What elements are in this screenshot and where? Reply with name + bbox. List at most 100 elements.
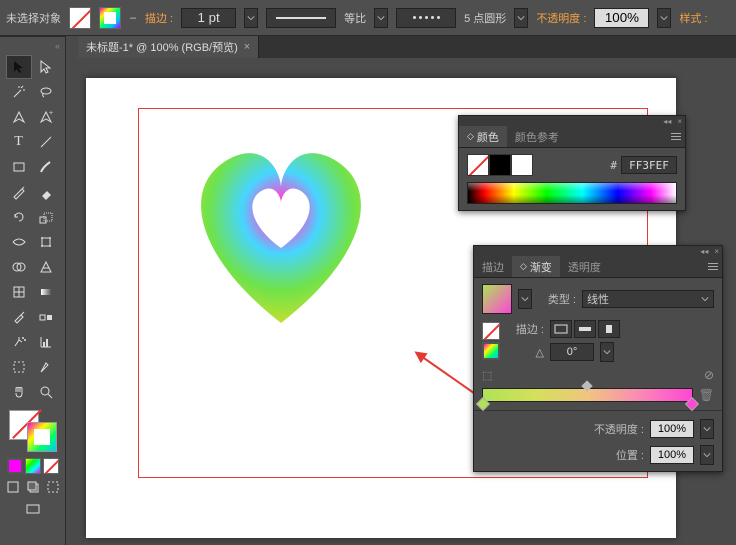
swatch-none[interactable] xyxy=(467,154,489,176)
angle-symbol: △ xyxy=(506,346,544,359)
scale-tool[interactable] xyxy=(33,205,59,229)
color-mode-btn[interactable] xyxy=(7,458,23,474)
location-input[interactable] xyxy=(650,446,694,464)
pen-tool[interactable] xyxy=(6,105,32,129)
tab-color[interactable]: ◇颜色 xyxy=(459,126,507,147)
panel-handle[interactable]: ◂◂ × xyxy=(459,116,685,126)
gradient-preview[interactable] xyxy=(482,284,512,314)
collapse-icon[interactable]: ◂◂ xyxy=(700,247,708,256)
hex-input[interactable] xyxy=(621,156,677,174)
close-icon[interactable]: × xyxy=(714,247,719,256)
selection-tool[interactable] xyxy=(6,55,32,79)
add-anchor-tool[interactable]: + xyxy=(33,105,59,129)
fill-stroke-indicator[interactable] xyxy=(9,410,57,452)
tab-color-guide[interactable]: 颜色参考 xyxy=(507,126,567,147)
tab-gradient[interactable]: ◇渐变 xyxy=(512,256,560,277)
width-tool[interactable] xyxy=(6,230,32,254)
mesh-tool[interactable] xyxy=(6,280,32,304)
tool-panel: « + T xyxy=(0,36,66,545)
magic-wand-tool[interactable] xyxy=(6,80,32,104)
panel-menu-icon[interactable] xyxy=(667,129,685,144)
collapse-icon[interactable]: ◂◂ xyxy=(663,117,671,126)
stroke-label: 描边 : xyxy=(506,321,544,337)
shape-builder-tool[interactable] xyxy=(6,255,32,279)
location-dropdown[interactable] xyxy=(700,445,714,465)
swatch-black[interactable] xyxy=(489,154,511,176)
fill-swatch-none[interactable] xyxy=(69,7,91,29)
gradient-stop-right[interactable] xyxy=(685,397,699,411)
svg-text:+: + xyxy=(49,110,53,117)
stroke-indicator[interactable] xyxy=(27,422,57,452)
tab-opacity[interactable]: 透明度 xyxy=(560,256,609,277)
color-spectrum[interactable] xyxy=(467,182,677,204)
profile-dropdown[interactable] xyxy=(374,8,388,28)
stop-opacity-input[interactable] xyxy=(650,420,694,438)
trash-icon[interactable]: 🗑 xyxy=(699,388,714,402)
none-mode-btn[interactable] xyxy=(43,458,59,474)
blend-tool[interactable] xyxy=(33,305,59,329)
graph-tool[interactable] xyxy=(33,330,59,354)
link-icon[interactable]: ⊘ xyxy=(704,368,714,382)
draw-inside-icon[interactable] xyxy=(44,478,62,496)
line-tool[interactable] xyxy=(33,130,59,154)
pencil-tool[interactable] xyxy=(6,180,32,204)
brush-tool[interactable] xyxy=(33,155,59,179)
angle-input[interactable] xyxy=(550,343,594,361)
dash-dropdown[interactable] xyxy=(514,8,528,28)
panel-handle[interactable]: ◂◂ × xyxy=(474,246,722,256)
angle-dropdown[interactable] xyxy=(600,342,614,362)
hash-label: # xyxy=(610,159,617,172)
hand-tool[interactable] xyxy=(6,380,32,404)
profile-label: 等比 xyxy=(344,10,366,26)
stroke-align-within[interactable] xyxy=(550,320,572,338)
opacity-dropdown[interactable] xyxy=(657,8,671,28)
fill-none-indicator[interactable] xyxy=(482,322,500,340)
heart-artwork[interactable] xyxy=(171,133,391,333)
direct-selection-tool[interactable] xyxy=(33,55,59,79)
stroke-gradient-indicator[interactable] xyxy=(482,342,500,360)
gradient-preset-dropdown[interactable] xyxy=(518,289,532,309)
type-tool[interactable]: T xyxy=(6,130,32,154)
color-panel: ◂◂ × ◇颜色 颜色参考 # xyxy=(458,115,686,211)
draw-normal-icon[interactable] xyxy=(4,478,22,496)
symbol-sprayer-tool[interactable] xyxy=(6,330,32,354)
panel-collapse[interactable]: « xyxy=(2,41,63,53)
document-tab[interactable]: 未标题-1* @ 100% (RGB/预览) × xyxy=(78,36,259,58)
stroke-weight-input[interactable] xyxy=(181,8,236,28)
stroke-profile[interactable] xyxy=(266,8,336,28)
rotate-tool[interactable] xyxy=(6,205,32,229)
rectangle-tool[interactable] xyxy=(6,155,32,179)
aspect-icon[interactable]: ⬚ xyxy=(482,369,492,382)
opacity-input[interactable] xyxy=(594,8,649,28)
perspective-tool[interactable] xyxy=(33,255,59,279)
stroke-swatch-rainbow[interactable] xyxy=(99,7,121,29)
eyedropper-tool[interactable] xyxy=(6,305,32,329)
gradient-tool[interactable] xyxy=(33,280,59,304)
gradient-slider[interactable] xyxy=(482,388,693,402)
swatch-white[interactable] xyxy=(511,154,533,176)
stroke-align-across[interactable] xyxy=(598,320,620,338)
color-swatches[interactable] xyxy=(467,154,533,176)
gradient-mode-btn[interactable] xyxy=(25,458,41,474)
draw-behind-icon[interactable] xyxy=(24,478,42,496)
close-icon[interactable]: × xyxy=(244,41,250,53)
options-bar: 未选择对象 – 描边 : 等比 5 点圆形 不透明度 : 样式 : xyxy=(0,0,736,36)
panel-menu-icon[interactable] xyxy=(704,259,722,274)
artboard-tool[interactable] xyxy=(6,355,32,379)
slice-tool[interactable] xyxy=(33,355,59,379)
type-select[interactable]: 线性 xyxy=(582,290,714,308)
close-icon[interactable]: × xyxy=(677,117,682,126)
tab-stroke[interactable]: 描边 xyxy=(474,256,512,277)
lasso-tool[interactable] xyxy=(33,80,59,104)
zoom-tool[interactable] xyxy=(33,380,59,404)
gradient-panel: ◂◂× 描边 ◇渐变 透明度 类型 : 线性 描边 : xyxy=(473,245,723,472)
stroke-weight-dropdown[interactable] xyxy=(244,8,258,28)
dash-pattern[interactable] xyxy=(396,8,456,28)
stop-opacity-dropdown[interactable] xyxy=(700,419,714,439)
free-transform-tool[interactable] xyxy=(33,230,59,254)
eraser-tool[interactable] xyxy=(33,180,59,204)
screen-mode-btn[interactable] xyxy=(24,500,42,518)
midpoint-handle[interactable] xyxy=(582,380,593,391)
stroke-align-along[interactable] xyxy=(574,320,596,338)
gradient-stop-left[interactable] xyxy=(476,397,490,411)
